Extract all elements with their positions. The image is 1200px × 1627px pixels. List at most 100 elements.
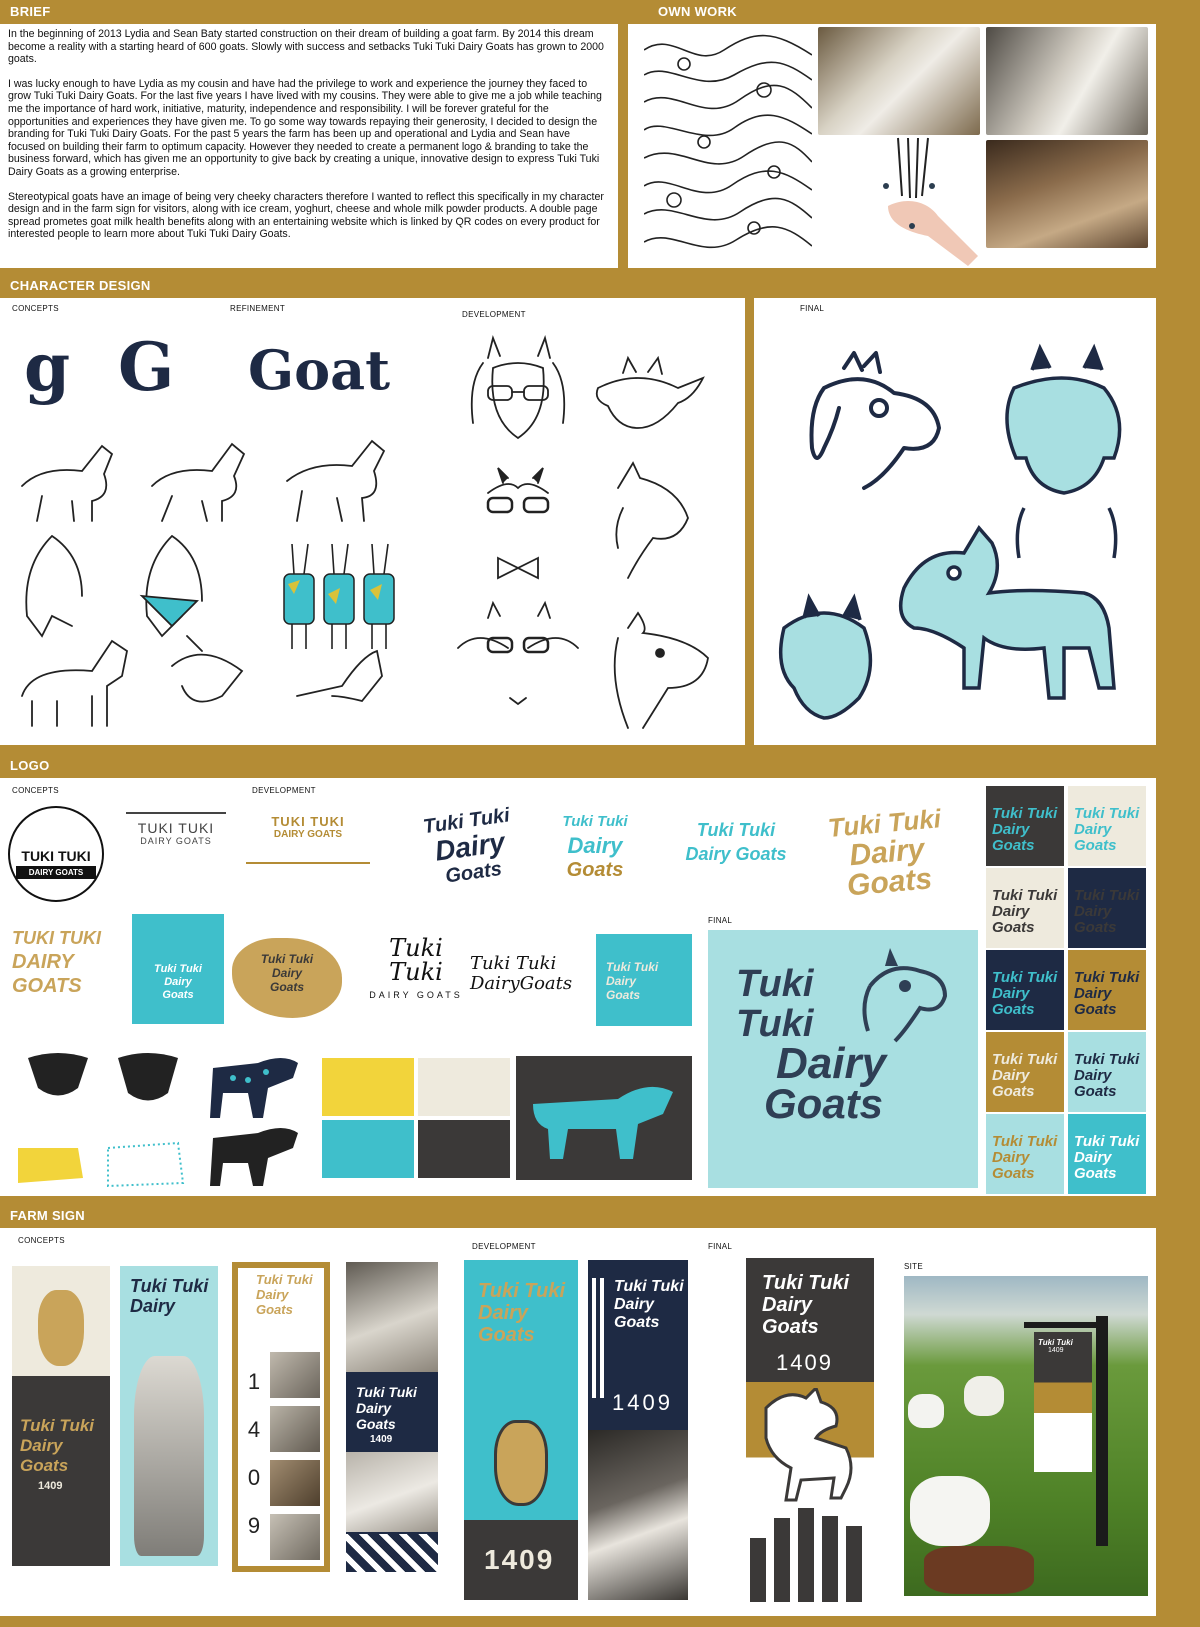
label-sign-site: SITE (904, 1262, 923, 1271)
label-refinement: REFINEMENT (230, 304, 285, 313)
variant-1-text: Tuki Tuki Dairy Goats (992, 806, 1057, 854)
sign-dev-2-text: Tuki Tuki Dairy Goats (614, 1278, 684, 1332)
sign-concept-4-stripes (346, 1534, 438, 1572)
sign-final-text: Tuki Tuki Dairy Goats (762, 1272, 849, 1338)
section-title-farm-sign: FARM SIGN (10, 1208, 85, 1223)
variant-6-line-2: Dairy (1074, 985, 1112, 1002)
goats-feeding-photo (986, 140, 1148, 248)
sign-concept-1-text: Tuki Tuki Dairy Goats 1409 (20, 1416, 104, 1496)
variant-7-text: Tuki Tuki Dairy Goats (992, 1052, 1057, 1100)
variant-2-line-1: Tuki Tuki (1074, 805, 1140, 822)
logo-hand-script-2-line-1: Tuki Tuki (470, 953, 557, 974)
site-goat-1 (908, 1394, 944, 1428)
label-sign-concepts: CONCEPTS (18, 1236, 65, 1245)
logo-gold-top: TUKI TUKI (271, 814, 345, 829)
logo-gold-splash-3: Goats (269, 980, 304, 994)
variant-9-line-1: Tuki Tuki (992, 1133, 1058, 1150)
variant-5-text: Tuki Tuki Dairy Goats (992, 970, 1057, 1018)
sign-concept-4-line-1: Tuki Tuki (356, 1384, 417, 1400)
label-development: DEVELOPMENT (462, 310, 526, 319)
sign-final-line-2: Dairy (762, 1294, 813, 1316)
variant-3-text: Tuki Tuki Dairy Goats (992, 888, 1057, 936)
goat-sketches-grid (21, 439, 395, 727)
logo-badge-bottom: DAIRY GOATS (16, 866, 96, 879)
section-title-brief: BRIEF (10, 4, 51, 19)
sign-dev-2-photo (588, 1430, 688, 1600)
logo-teal-square-3: Goats (606, 988, 641, 1002)
variant-6-text: Tuki Tuki Dairy Goats (1074, 970, 1139, 1018)
sign-dev-2-line-2: Dairy (614, 1296, 655, 1313)
variant-2-line-2: Dairy (1074, 821, 1112, 838)
variant-4-text: Tuki Tuki Dairy Goats (1074, 888, 1139, 936)
site-sign-board: Tuki Tuki 1409 (1034, 1332, 1092, 1472)
sign-dev-2-stripes (592, 1278, 606, 1398)
site-goat-3 (964, 1376, 1004, 1416)
label-logo-development: DEVELOPMENT (252, 786, 316, 795)
logo-teal-square: Tuki Tuki Dairy Goats (596, 934, 692, 1026)
variant-1-line-2: Dairy (992, 821, 1030, 838)
logo-gold-bold: Tuki Tuki Dairy Goats (818, 803, 955, 904)
sign-concept-3-digit-3: 0 (247, 1465, 261, 1490)
logo-badge-circle: TUKI TUKI DAIRY GOATS (8, 806, 104, 902)
logo-hand-script-2-line-3: Goats (519, 973, 573, 994)
label-sign-development: DEVELOPMENT (472, 1242, 536, 1251)
logo-gold-bubbly-2: DAIRY GOATS (12, 951, 82, 997)
sign-concept-1-number: 1409 (38, 1480, 63, 1492)
variant-10-line-3: Goats (1074, 1165, 1117, 1182)
logo-teal-square-2: Dairy (606, 974, 637, 988)
sign-dev-1-goat (494, 1420, 548, 1506)
logo-script-teal-1: Tuki Tuki (562, 813, 628, 830)
letter-g-upper: G (118, 328, 175, 406)
variant-5-line-3: Goats (992, 1001, 1035, 1018)
sign-dev-1-line-2: Dairy (478, 1302, 529, 1324)
sign-final-number: 1409 (776, 1350, 833, 1375)
logo-teal-wide-1: Tuki Tuki (696, 820, 776, 840)
sign-dev-1-number: 1409 (484, 1544, 555, 1575)
variant-9-line-3: Goats (992, 1165, 1035, 1182)
label-logo-final: FINAL (708, 916, 733, 925)
logo-gold-bubbly: TUKI TUKI DAIRY GOATS (12, 926, 112, 998)
site-sign-post (1096, 1316, 1108, 1546)
sign-concept-3-text: Tuki Tuki Dairy Goats (256, 1272, 313, 1317)
variant-1-line-3: Goats (992, 837, 1035, 854)
brief-panel: In the beginning of 2013 Lydia and Sean … (0, 24, 618, 268)
silhouette-yellow (322, 1058, 414, 1116)
sign-concept-3-photo-3 (270, 1460, 320, 1506)
logo-teal-splash-text: Tuki Tuki Dairy Goats (140, 963, 216, 1002)
goat-silhouette-teal-shape (533, 1086, 673, 1159)
sign-concept-2: Tuki Tuki Dairy (120, 1266, 218, 1566)
goat-photo-barn (986, 27, 1148, 135)
sign-concept-3-line-1: Tuki Tuki (256, 1272, 313, 1287)
variant-7-line-3: Goats (992, 1083, 1035, 1100)
site-goat-2 (910, 1476, 990, 1546)
logo-hand-script-tuki-2: Tuki (389, 958, 443, 986)
logo-outline-house: TUKI TUKI DAIRY GOATS (126, 812, 226, 846)
logo-teal-splash-3: Goats (162, 989, 194, 1001)
logo-teal-square-1: Tuki Tuki (606, 960, 659, 974)
variant-10-line-1: Tuki Tuki (1074, 1133, 1140, 1150)
logo-badge-top: TUKI TUKI (21, 848, 91, 864)
sign-concept-3-digit-2: 4 (247, 1417, 261, 1442)
variant-2-text: Tuki Tuki Dairy Goats (1074, 806, 1139, 854)
wave-pattern-illustration (644, 30, 812, 264)
sign-concept-3-photo-4 (270, 1514, 320, 1560)
section-title-character-design: CHARACTER DESIGN (10, 278, 151, 293)
final-logo-goat-head (862, 948, 948, 1043)
logo-script-teal: Tuki Tuki Dairy Goats (545, 810, 645, 882)
label-logo-concepts: CONCEPTS (12, 786, 59, 795)
sign-concept-3-line-2: Dairy (256, 1287, 289, 1302)
label-final: FINAL (800, 304, 825, 313)
sign-final-line-3: Goats (762, 1316, 819, 1338)
variant-8-line-3: Goats (1074, 1083, 1117, 1100)
sign-concept-4-text: Tuki Tuki Dairy Goats 1409 (356, 1384, 417, 1448)
sign-concept-2-line-1: Tuki Tuki (130, 1276, 209, 1296)
variant-1-line-1: Tuki Tuki (992, 805, 1058, 822)
sign-dev-2-line-1: Tuki Tuki (614, 1278, 684, 1295)
variant-7-line-2: Dairy (992, 1067, 1030, 1084)
logo-color-variants: Tuki Tuki Dairy Goats Tuki Tuki Dairy Goats … (986, 786, 1148, 1194)
logo-hand-script-2-line-2: Dairy (470, 973, 520, 994)
sign-concept-1-line-1: Tuki Tuki (20, 1416, 95, 1435)
variant-8-line-1: Tuki Tuki (1074, 1051, 1140, 1068)
goat-silhouette-grid (322, 1058, 510, 1180)
sign-concept-1-line-3: Goats (20, 1456, 69, 1475)
